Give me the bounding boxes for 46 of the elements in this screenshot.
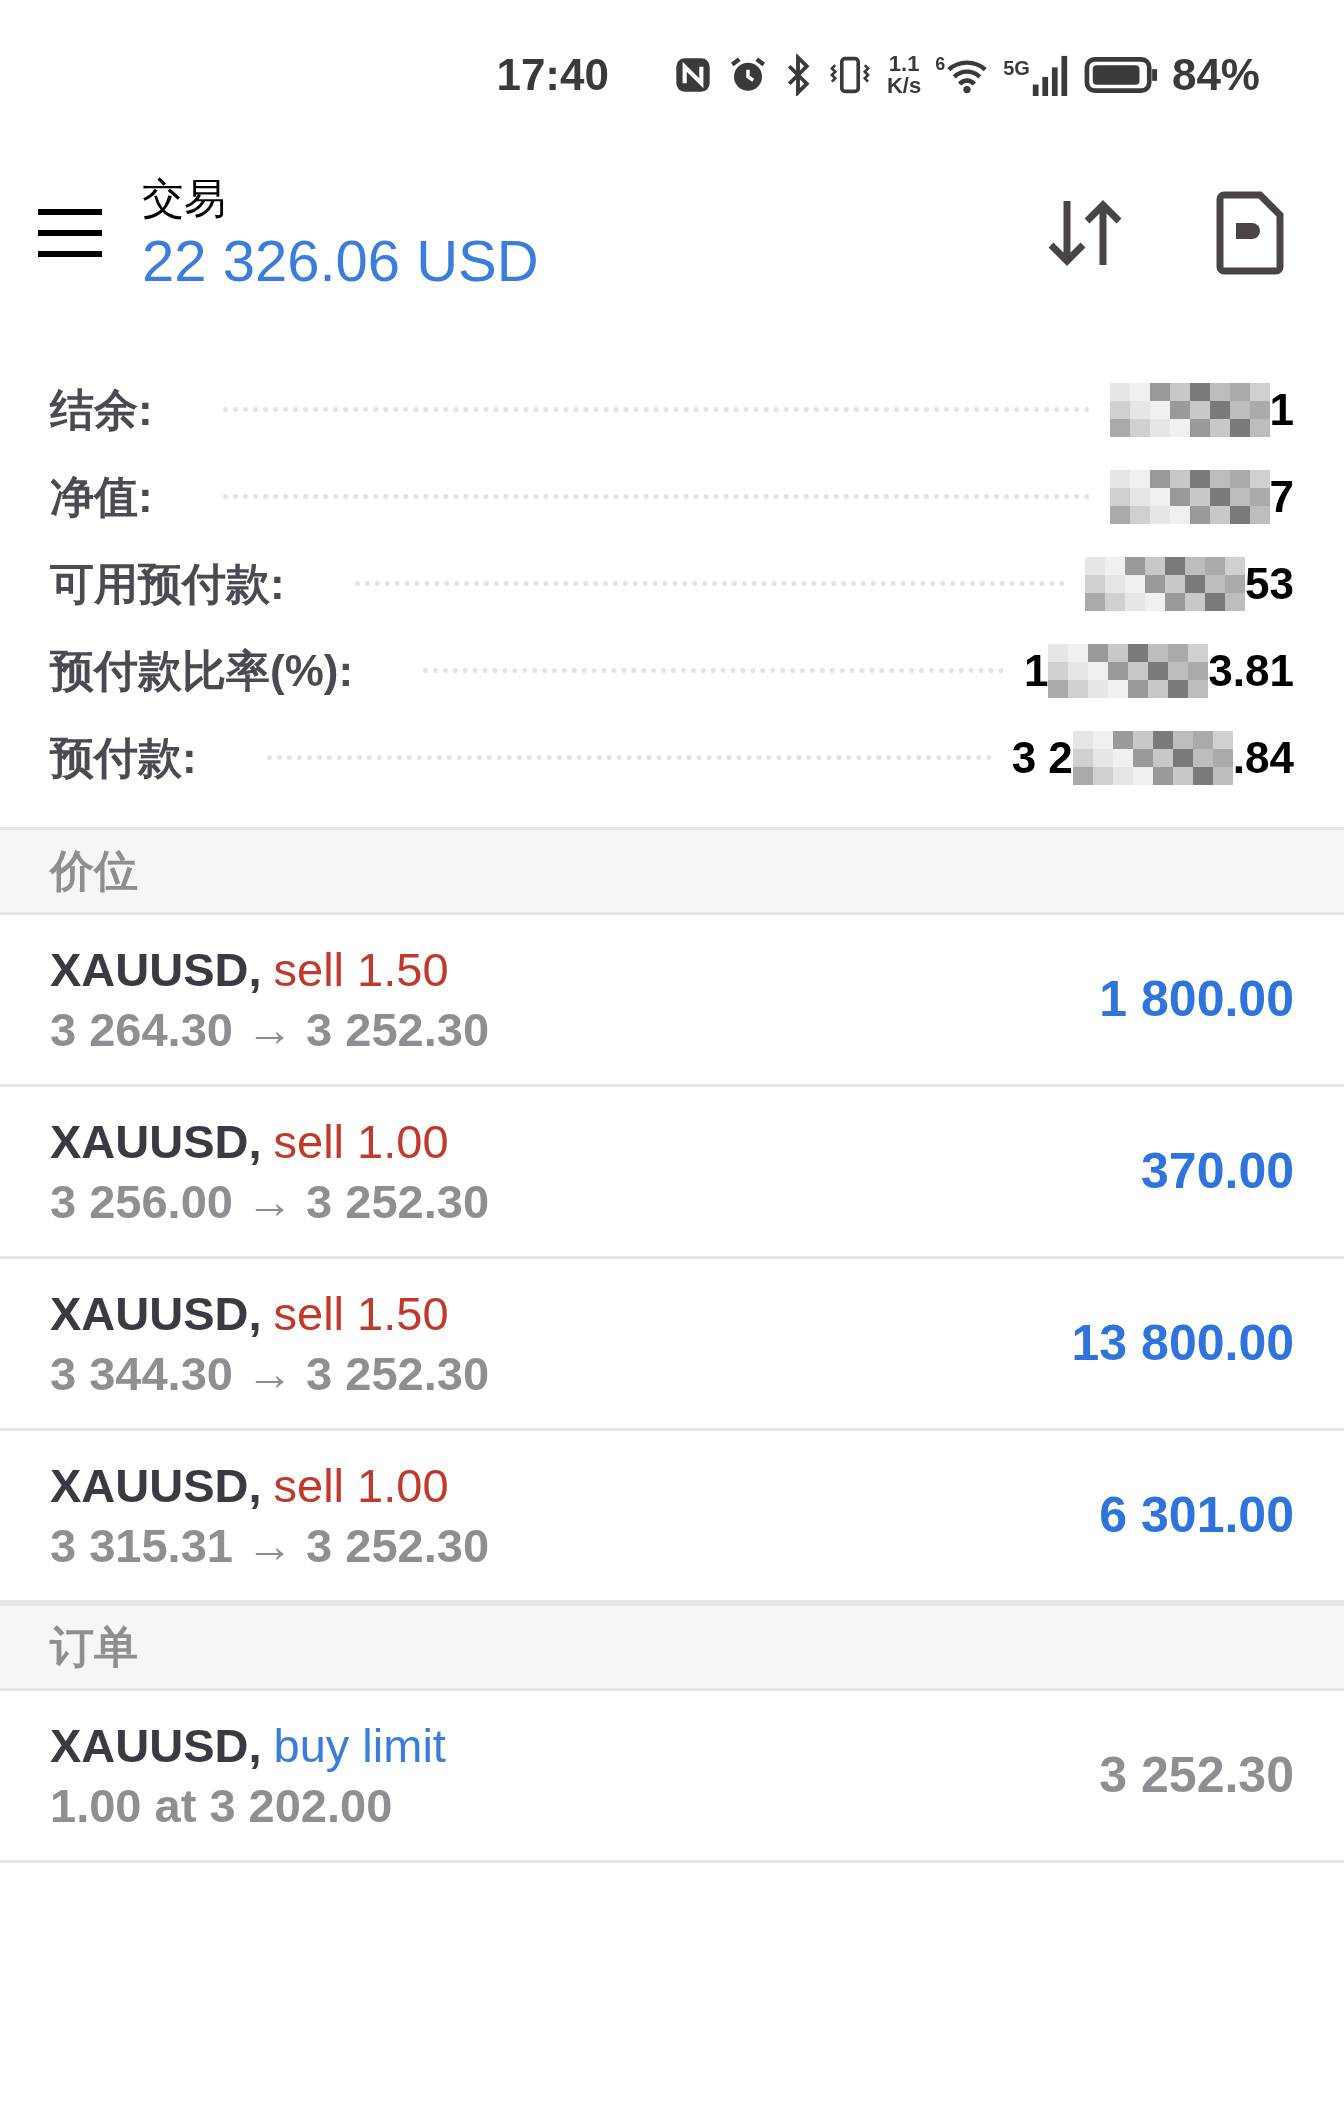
price-details: 3 315.31 → 3 252.30 [50, 1517, 490, 1574]
profit-amount: 1 800.00 [1099, 970, 1294, 1029]
profit-amount: 6 301.00 [1099, 1486, 1294, 1545]
network-label: 5G [1003, 58, 1030, 78]
symbol: XAUUSD, [50, 1285, 262, 1342]
price-details: 3 264.30 → 3 252.30 [50, 1001, 490, 1058]
summary-value-end: 53 [1245, 557, 1294, 610]
summary-label: 净值: [50, 470, 153, 523]
summary-value-start: 3 2 [1011, 731, 1073, 784]
price-details: 1.00 at 3 202.00 [50, 1777, 394, 1834]
section-header: 订单 [0, 1603, 1344, 1691]
document-icon [1216, 191, 1284, 275]
trade-side: sell 1.50 [273, 941, 449, 998]
profit-amount: 13 800.00 [1071, 1314, 1294, 1373]
net-speed-value: 1.1 [888, 53, 920, 75]
summary-value-end: 7 [1269, 470, 1294, 523]
summary-value-start: 1 [1023, 644, 1049, 697]
symbol: XAUUSD, [50, 1457, 262, 1514]
summary-label: 结余: [50, 383, 153, 436]
profit-amount: 3 252.30 [1099, 1746, 1294, 1805]
trade-side: buy limit [273, 1717, 446, 1774]
page-title: 交易 [142, 174, 227, 224]
menu-button[interactable] [38, 209, 102, 257]
summary-value-end: 3.81 [1208, 644, 1294, 697]
summary-label: 预付款: [50, 731, 197, 784]
price-details: 3 344.30 → 3 252.30 [50, 1345, 490, 1402]
battery-percent: 84% [1171, 49, 1260, 101]
trade-side: sell 1.00 [273, 1113, 449, 1170]
report-button[interactable] [1216, 191, 1284, 275]
clock: 17:40 [496, 49, 609, 101]
trade-side: sell 1.50 [273, 1285, 449, 1342]
symbol: XAUUSD, [50, 941, 262, 998]
symbol: XAUUSD, [50, 1717, 262, 1774]
balance-total: 22 326.06 USD [142, 227, 540, 295]
summary-label: 预付款比率(%): [50, 644, 354, 697]
section-header: 价位 [0, 827, 1344, 915]
net-speed-unit: K/s [886, 75, 922, 97]
summary-value-end: 1 [1269, 383, 1294, 436]
wifi-number-label: 6 [935, 55, 946, 73]
price-details: 3 256.00 → 3 252.30 [50, 1173, 490, 1230]
battery-icon [1083, 54, 1158, 96]
summary-label: 可用预付款: [50, 557, 285, 610]
trade-side: sell 1.00 [273, 1457, 449, 1514]
symbol: XAUUSD, [50, 1113, 262, 1170]
profit-amount: 370.00 [1141, 1142, 1294, 1201]
summary-value-end: .84 [1232, 731, 1294, 784]
